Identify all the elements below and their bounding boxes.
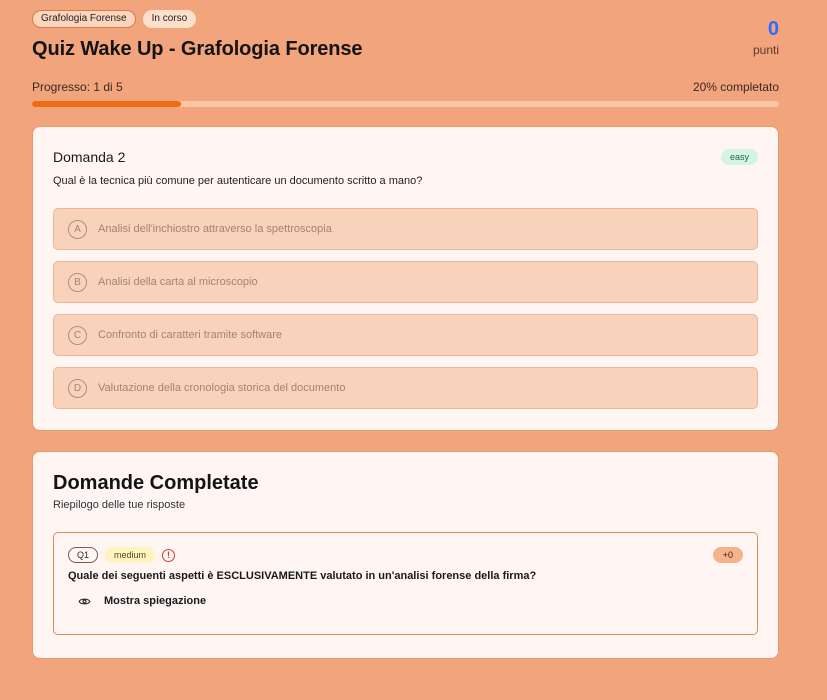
quiz-page: Grafologia Forense In corso Quiz Wake Up… bbox=[0, 0, 827, 700]
option-letter: A bbox=[68, 219, 87, 239]
question-number: Domanda 2 bbox=[53, 149, 126, 165]
question-chip: Q1 bbox=[68, 547, 99, 563]
page-title: Quiz Wake Up - Grafologia Forense bbox=[32, 38, 363, 60]
option-text: Confronto di caratteri tramite software bbox=[98, 329, 283, 341]
option-d[interactable]: D Valutazione della cronologia storica d… bbox=[53, 367, 758, 409]
category-tag: Grafologia Forense bbox=[32, 10, 136, 28]
status-tag: In corso bbox=[142, 10, 197, 28]
question-text: Qual è la tecnica più comune per autenti… bbox=[53, 175, 423, 187]
question-card: Domanda 2 easy Qual è la tecnica più com… bbox=[32, 126, 779, 431]
option-a[interactable]: A Analisi dell'inchiostro attraverso la … bbox=[53, 208, 758, 250]
difficulty-badge: medium bbox=[105, 547, 156, 563]
option-text: Analisi dell'inchiostro attraverso la sp… bbox=[98, 223, 332, 235]
option-letter: C bbox=[68, 325, 87, 345]
question-header: Domanda 2 easy bbox=[53, 149, 758, 165]
option-c[interactable]: C Confronto di caratteri tramite softwar… bbox=[53, 314, 758, 356]
progress-label: Progresso: 1 di 5 bbox=[32, 80, 123, 94]
header-tags: Grafologia Forense In corso bbox=[32, 10, 779, 28]
completed-question-text: Quale dei seguenti aspetti è ESCLUSIVAME… bbox=[68, 570, 537, 582]
score-display: 0 punti bbox=[753, 18, 779, 57]
points-badge: +0 bbox=[712, 547, 743, 563]
difficulty-badge: easy bbox=[720, 149, 758, 165]
completed-item-tags: Q1 medium ! bbox=[68, 547, 743, 563]
answer-options: A Analisi dell'inchiostro attraverso la … bbox=[53, 208, 758, 409]
option-b[interactable]: B Analisi della carta al microscopio bbox=[53, 261, 758, 303]
show-explanation-button[interactable]: Mostra spiegazione bbox=[78, 595, 206, 607]
show-explanation-label: Mostra spiegazione bbox=[104, 595, 207, 607]
completed-item: Q1 medium ! +0 Quale dei seguenti aspett… bbox=[53, 532, 758, 635]
eye-icon bbox=[78, 598, 91, 604]
option-text: Analisi della carta al microscopio bbox=[98, 276, 258, 288]
progress-percent: 20% completato bbox=[692, 80, 779, 94]
option-text: Valutazione della cronologia storica del… bbox=[98, 382, 346, 394]
option-letter: B bbox=[68, 272, 87, 292]
completed-questions-card: Domande Completate Riepilogo delle tue r… bbox=[32, 451, 779, 659]
alert-circle-icon: ! bbox=[162, 548, 176, 562]
progress-fill bbox=[32, 101, 182, 107]
option-letter: D bbox=[68, 378, 87, 398]
progress-labels: Progresso: 1 di 5 20% completato bbox=[32, 80, 779, 94]
score-value: 0 bbox=[767, 18, 779, 40]
progress-bar bbox=[32, 101, 779, 107]
score-label: punti bbox=[752, 43, 779, 57]
quiz-header: Grafologia Forense In corso Quiz Wake Up… bbox=[32, 10, 779, 80]
completed-subtitle: Riepilogo delle tue risposte bbox=[53, 499, 186, 511]
completed-title: Domande Completate bbox=[53, 472, 259, 494]
